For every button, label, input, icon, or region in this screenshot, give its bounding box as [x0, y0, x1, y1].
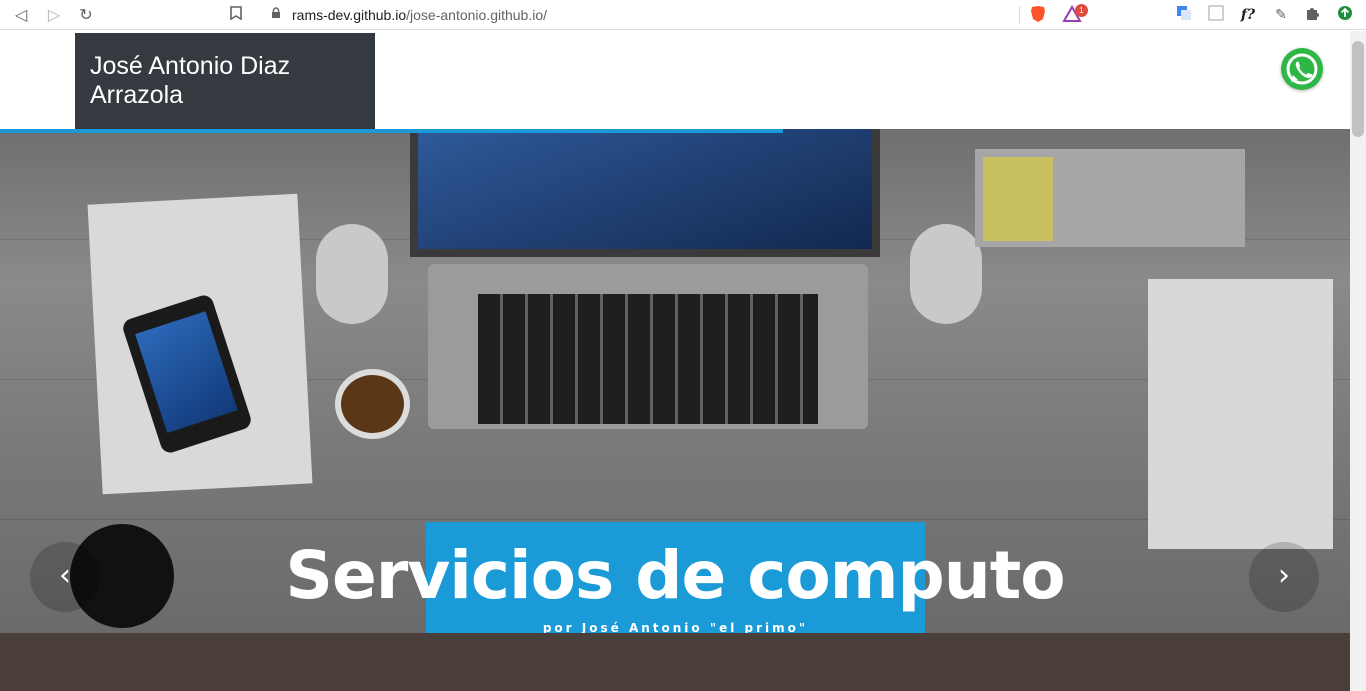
brand-line-1: José Antonio Diaz	[90, 52, 291, 80]
screenshot-extension-icon[interactable]	[1206, 5, 1226, 25]
hero-subtitle: por José Antonio "el primo"	[542, 621, 809, 633]
scroll-progress-bar	[0, 129, 783, 133]
browser-toolbar: ◁ ▷ ↻ rams-dev.github.io/jose-antonio.gi…	[0, 0, 1366, 30]
site-brand[interactable]: José Antonio Diaz Arrazola	[75, 33, 375, 129]
hero-carousel: Servicios de computo por José Antonio "e…	[0, 129, 1350, 633]
fquery-extension-icon[interactable]: f?	[1238, 5, 1258, 25]
phone-screen	[135, 311, 238, 433]
url-path: /jose-antonio.github.io/	[406, 7, 548, 23]
translate-extension-icon[interactable]	[1174, 5, 1194, 25]
page: José Antonio Diaz Arrazola Servicios de …	[0, 31, 1350, 691]
laptop-keyboard	[478, 294, 818, 424]
speaker-right	[910, 224, 982, 324]
divider	[1019, 6, 1020, 24]
eyedropper-extension-icon[interactable]: ✎	[1271, 5, 1291, 25]
document-binder	[1148, 279, 1333, 549]
sticky-notes	[983, 157, 1053, 241]
scrollbar-thumb[interactable]	[1352, 41, 1364, 137]
next-section-preview	[0, 633, 1350, 691]
lock-icon	[266, 5, 286, 25]
brand-line-2: Arrazola	[90, 81, 184, 109]
extensions-puzzle-icon[interactable]	[1302, 5, 1322, 25]
chevron-left-icon: ‹	[59, 558, 71, 593]
hero-title: Servicios de computo	[285, 537, 1065, 614]
carousel-prev-button[interactable]: ‹	[30, 542, 100, 612]
forward-arrow-icon[interactable]: ▷	[43, 4, 65, 26]
bookmark-icon[interactable]	[225, 4, 247, 26]
back-arrow-icon[interactable]: ◁	[10, 4, 32, 26]
reload-icon[interactable]: ↻	[75, 4, 97, 26]
url-text[interactable]: rams-dev.github.io/jose-antonio.github.i…	[292, 7, 547, 23]
url-host: rams-dev.github.io	[292, 7, 407, 23]
laptop-screen	[410, 129, 880, 257]
brave-lion-icon[interactable]	[1028, 5, 1048, 25]
address-bar[interactable]: rams-dev.github.io/jose-antonio.github.i…	[258, 2, 1090, 28]
notification-badge: 1	[1075, 4, 1088, 17]
chevron-right-icon: ›	[1278, 558, 1290, 593]
site-header: José Antonio Diaz Arrazola	[0, 31, 1350, 129]
whatsapp-icon[interactable]	[1281, 48, 1323, 90]
carousel-next-button[interactable]: ›	[1249, 542, 1319, 612]
speaker-left	[316, 224, 388, 324]
update-icon[interactable]	[1335, 5, 1355, 25]
tea-cup	[335, 369, 410, 439]
page-scrollbar[interactable]	[1350, 31, 1366, 691]
